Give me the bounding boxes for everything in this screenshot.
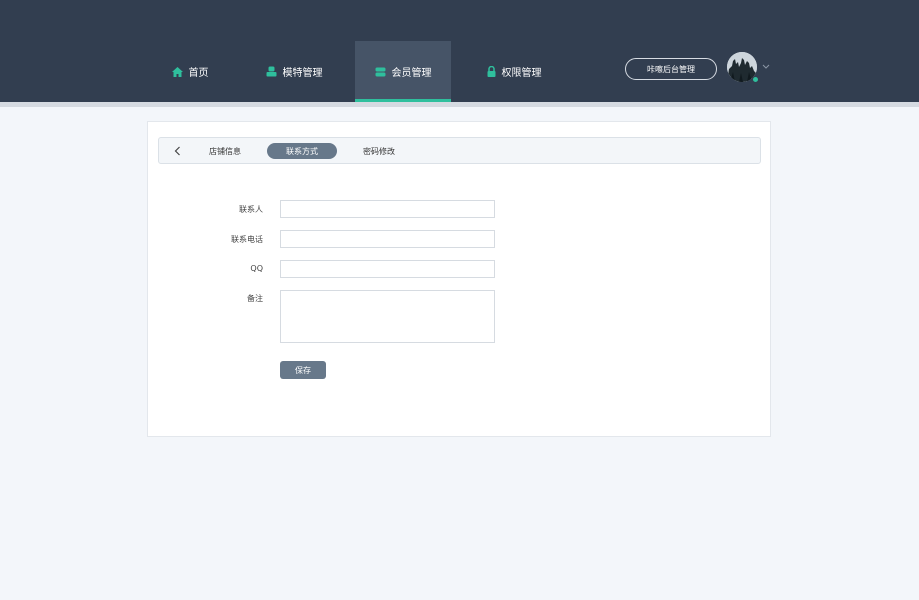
tab-bar: 店铺信息 联系方式 密码修改 xyxy=(158,137,761,164)
note-label: 备注 xyxy=(247,294,263,303)
nav-item-permissions[interactable]: 权限管理 xyxy=(478,41,550,102)
top-navbar: 首页 模特管理 会员管理 权限管理 咔嚓后台管理 xyxy=(0,0,919,102)
nav-item-models[interactable]: 模特管理 xyxy=(254,41,334,102)
tab-shop-info[interactable]: 店铺信息 xyxy=(199,143,251,159)
home-icon xyxy=(171,66,183,77)
settings-card: 店铺信息 联系方式 密码修改 联系人 联系电话 QQ 备注 保存 xyxy=(147,121,771,437)
tab-contact[interactable]: 联系方式 xyxy=(267,143,337,159)
tab-password[interactable]: 密码修改 xyxy=(353,143,405,159)
tab-label: 密码修改 xyxy=(363,146,395,156)
tab-label: 联系方式 xyxy=(286,146,318,156)
admin-panel-button[interactable]: 咔嚓后台管理 xyxy=(625,58,717,80)
nav-label-members: 会员管理 xyxy=(391,68,432,79)
save-button[interactable]: 保存 xyxy=(280,361,326,379)
hat-icon xyxy=(266,66,276,77)
back-arrow-icon[interactable] xyxy=(171,144,185,158)
qq-label: QQ xyxy=(250,264,263,273)
member-icon xyxy=(375,67,385,76)
online-status-dot xyxy=(752,76,759,83)
lock-icon xyxy=(487,66,495,77)
nav-item-home[interactable]: 首页 xyxy=(160,41,220,102)
tab-label: 店铺信息 xyxy=(209,146,241,156)
phone-label: 联系电话 xyxy=(231,235,263,244)
qq-input[interactable] xyxy=(280,260,495,278)
phone-input[interactable] xyxy=(280,230,495,248)
admin-panel-label: 咔嚓后台管理 xyxy=(647,64,695,74)
nav-item-members[interactable]: 会员管理 xyxy=(355,41,451,102)
chevron-down-icon[interactable] xyxy=(762,64,770,70)
nav-label-models: 模特管理 xyxy=(282,68,323,79)
note-textarea[interactable] xyxy=(280,290,495,343)
contact-person-input[interactable] xyxy=(280,200,495,218)
nav-label-permissions: 权限管理 xyxy=(501,68,542,79)
nav-label-home: 首页 xyxy=(188,68,209,79)
header-divider xyxy=(0,102,919,107)
contact-person-label: 联系人 xyxy=(239,205,263,214)
